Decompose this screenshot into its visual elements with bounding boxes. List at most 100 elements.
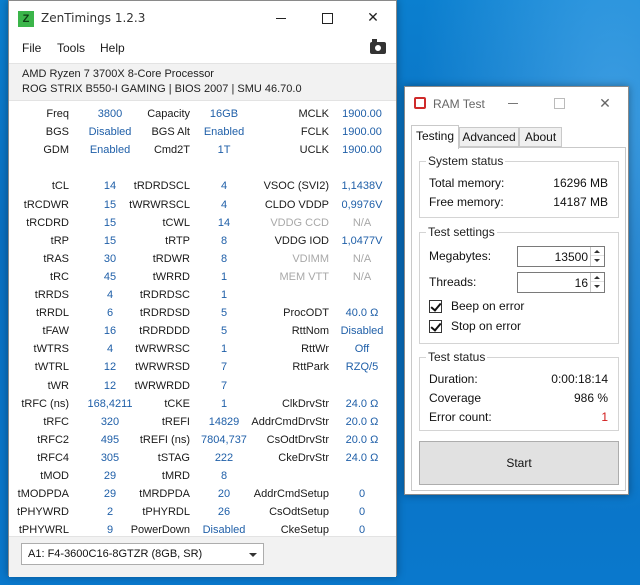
error-count-label: Error count: (429, 410, 492, 424)
timing-label-twrwrsc: tWRWRSC (135, 343, 190, 356)
timing-label-uclk: UCLK (299, 144, 329, 157)
free-memory-label: Free memory: (429, 195, 504, 209)
timing-label-vddg-ccd: VDDG CCD (270, 216, 329, 229)
timing-label-trdrdsd: tRDRDSD (139, 307, 190, 320)
ramtest-minimize-button[interactable] (490, 87, 536, 119)
memory-module-select[interactable]: A1: F4-3600C16-8GTZR (8GB, SR) (21, 543, 264, 565)
test-status-group: Test status Duration: 0:00:18:14 Coverag… (419, 350, 619, 431)
timing-label-trdrdsc: tRDRDSC (139, 289, 190, 301)
timing-value-tfaw: 16 (103, 325, 117, 338)
timing-value-mclk: 1900.00 (342, 108, 382, 120)
timing-label-trtp: tRTP (165, 234, 190, 247)
tab-testing[interactable]: Testing (411, 125, 459, 149)
timing-value-tmod: 29 (103, 470, 117, 482)
timing-value-trrds: 4 (106, 289, 114, 301)
timing-value-trfc2: 495 (100, 433, 120, 446)
timing-label-trfc-ns: tRFC (ns) (21, 397, 69, 410)
timing-value-cldo-vddp: 0,9976V (341, 198, 383, 211)
timing-label-tmodpda: tMODPDA (17, 488, 69, 501)
megabytes-up-icon[interactable] (591, 247, 604, 256)
timing-label-powerdown: PowerDown (130, 524, 190, 537)
ramtest-maximize-button[interactable] (536, 87, 582, 119)
maximize-button[interactable] (304, 1, 350, 35)
timing-label-cmd2t: Cmd2T (153, 144, 190, 157)
timing-label-clkdrvstr: ClkDrvStr (281, 397, 329, 410)
timing-label-cldo-vddp: CLDO VDDP (264, 198, 329, 211)
timing-value-trdrdscl: 4 (220, 180, 228, 193)
zentimings-logo-icon: Z (18, 11, 34, 27)
timing-value-tcwl: 14 (217, 216, 231, 229)
timing-value-trfc: 320 (100, 415, 120, 428)
threads-value: 16 (574, 276, 588, 290)
timing-value-fclk: 1900.00 (342, 126, 382, 139)
timing-label-trdrdscl: tRDRDSCL (133, 180, 190, 193)
checkmark-icon (429, 320, 442, 333)
system-status-title: System status (426, 154, 506, 168)
timing-value-vddg-ccd: N/A (352, 216, 372, 229)
timing-value-twtrl: 12 (103, 361, 117, 374)
zentimings-title-bar[interactable]: Z ZenTimings 1.2.3 ✕ (9, 1, 396, 35)
timing-label-trcdwr: tRCDWR (23, 198, 69, 211)
timing-label-trfc4: tRFC4 (37, 451, 69, 464)
timing-label-csodtsetup: CsOdtSetup (269, 506, 329, 519)
close-button[interactable]: ✕ (350, 1, 396, 35)
ramtest-tabs: Testing Advanced About (411, 125, 626, 149)
megabytes-down-icon[interactable] (591, 257, 604, 266)
timing-value-tstag: 222 (214, 451, 234, 464)
timing-value-twr: 12 (103, 379, 117, 392)
test-settings-group: Test settings Megabytes: 13500 Threads: … (419, 225, 619, 344)
timing-value-tphyrdl: 26 (217, 506, 231, 519)
timing-label-csodtdrvstr: CsOdtDrvStr (266, 433, 329, 446)
ramtest-title-bar[interactable]: RAM Test ✕ (405, 87, 628, 119)
timing-value-trc: 45 (103, 270, 117, 283)
tab-about[interactable]: About (519, 127, 562, 147)
timing-label-procodt: ProcODT (283, 307, 329, 320)
menu-tools[interactable]: Tools (57, 41, 85, 55)
ramtest-close-button[interactable]: ✕ (582, 87, 628, 119)
timing-value-tras: 30 (103, 252, 117, 265)
menu-file[interactable]: File (22, 41, 41, 55)
megabytes-spin-buttons (590, 247, 604, 266)
timing-value-capacity: 16GB (209, 108, 239, 120)
minimize-button[interactable] (258, 1, 304, 35)
tab-advanced[interactable]: Advanced (459, 127, 519, 147)
timing-label-rttpark: RttPark (292, 361, 329, 374)
timing-label-tmrdpda: tMRDPDA (139, 488, 190, 501)
threads-stepper[interactable]: 16 (517, 272, 605, 293)
testing-tab-panel: System status Total memory: 16296 MB Fre… (411, 147, 626, 491)
camera-icon[interactable] (370, 39, 386, 54)
timing-value-rttnom: Disabled (340, 325, 384, 338)
timing-value-procodt: 40.0 Ω (345, 307, 379, 320)
timing-label-trdwr: tRDWR (152, 252, 190, 265)
zentimings-window: Z ZenTimings 1.2.3 ✕ File Tools Help AMD… (8, 0, 397, 577)
megabytes-value: 13500 (554, 250, 588, 264)
timing-label-mclk: MCLK (298, 108, 329, 120)
timing-label-bgs-alt: BGS Alt (151, 126, 190, 139)
timing-value-trtp: 8 (220, 234, 228, 247)
menu-help[interactable]: Help (100, 41, 125, 55)
threads-up-icon[interactable] (591, 273, 604, 282)
threads-down-icon[interactable] (591, 283, 604, 292)
timing-label-tphywrl: tPHYWRL (18, 524, 69, 537)
timing-label-twrrd: tWRRD (152, 270, 190, 283)
timing-value-twrwrsd: 7 (220, 361, 228, 374)
cpu-name: AMD Ryzen 7 3700X 8-Core Processor (22, 68, 214, 80)
timing-label-capacity: Capacity (147, 108, 190, 120)
timing-label-trefi-ns: tREFI (ns) (139, 433, 190, 446)
threads-label: Threads: (429, 275, 477, 289)
timing-label-trcdrd: tRCDRD (26, 216, 69, 229)
beep-on-error-label: Beep on error (451, 299, 525, 313)
timing-value-vsoc-svi2: 1,1438V (341, 180, 383, 193)
timing-value-trp: 15 (103, 234, 117, 247)
start-button[interactable]: Start (419, 441, 619, 485)
timing-label-tcke: tCKE (164, 397, 190, 410)
timing-value-twtrs: 4 (106, 343, 114, 356)
timing-value-addrcmdsetup: 0 (358, 488, 366, 501)
timing-label-trfc: tRFC (43, 415, 69, 428)
timing-label-gdm: GDM (43, 144, 69, 157)
timing-label-trrdl: tRRDL (35, 307, 69, 320)
megabytes-stepper[interactable]: 13500 (517, 246, 605, 267)
total-memory-value: 16296 MB (553, 176, 608, 190)
timing-label-rttwr: RttWr (301, 343, 329, 356)
coverage-value: 986 % (573, 391, 608, 405)
